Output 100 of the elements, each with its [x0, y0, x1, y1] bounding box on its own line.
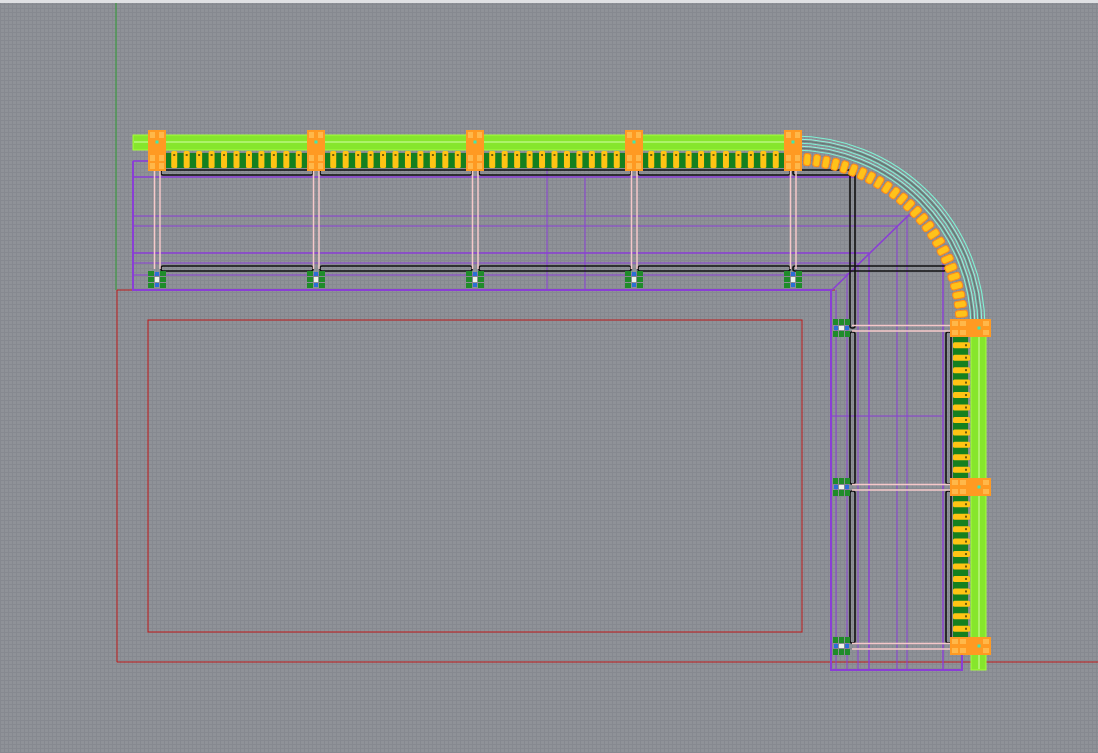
bracket-block — [950, 319, 991, 337]
roller — [949, 280, 964, 292]
roller — [939, 252, 955, 265]
bracket-block — [466, 130, 484, 171]
roller — [613, 151, 620, 168]
roller — [735, 151, 742, 168]
roller — [539, 151, 546, 168]
bracket-block — [625, 130, 643, 171]
roller — [171, 151, 178, 168]
roller — [802, 152, 812, 167]
roller — [429, 151, 436, 168]
roller — [953, 354, 970, 361]
roller — [953, 563, 970, 570]
roller — [953, 299, 968, 310]
roller — [380, 151, 387, 168]
roller — [330, 151, 337, 168]
roller — [895, 191, 909, 207]
roller — [902, 198, 917, 213]
roller — [208, 151, 215, 168]
roller — [355, 151, 362, 168]
roller — [698, 151, 705, 168]
roller — [953, 342, 970, 349]
roller — [417, 151, 424, 168]
roller — [442, 151, 449, 168]
foot-plate — [148, 271, 166, 288]
roller — [887, 185, 902, 201]
roller — [563, 151, 570, 168]
roller — [953, 588, 970, 595]
roller — [576, 151, 583, 168]
roller — [953, 392, 970, 399]
roller — [856, 166, 869, 182]
roller — [660, 151, 667, 168]
roller — [931, 235, 946, 249]
foot-plate — [466, 271, 484, 288]
bracket-block — [148, 130, 166, 171]
roller — [489, 151, 496, 168]
roller — [872, 175, 886, 190]
roller — [196, 151, 203, 168]
roller — [953, 551, 970, 558]
roller — [953, 466, 970, 473]
roller — [295, 151, 302, 168]
roller — [953, 538, 970, 545]
foot-plate — [784, 271, 802, 288]
roller — [270, 151, 277, 168]
roller — [864, 170, 877, 186]
roller — [953, 454, 970, 461]
roller — [404, 151, 411, 168]
foot-plate — [833, 319, 850, 337]
bracket-block — [307, 130, 325, 171]
roller — [648, 151, 655, 168]
roller — [953, 379, 970, 386]
roller — [772, 151, 779, 168]
roller — [685, 151, 692, 168]
roller — [342, 151, 349, 168]
foot-plate — [833, 637, 850, 655]
roller — [953, 367, 970, 374]
roller — [551, 151, 558, 168]
roller — [953, 526, 970, 533]
roller — [601, 151, 608, 168]
bracket-block — [784, 130, 802, 171]
foot-plate — [625, 271, 643, 288]
roller — [233, 151, 240, 168]
frame-line — [132, 160, 151, 162]
roller — [953, 625, 970, 632]
roller — [943, 261, 959, 274]
roller — [283, 151, 290, 168]
roller — [514, 151, 521, 168]
roller — [673, 151, 680, 168]
roller — [953, 600, 970, 607]
roller — [747, 151, 754, 168]
roller — [926, 227, 941, 241]
roller — [953, 404, 970, 411]
roller — [221, 151, 228, 168]
roller — [953, 575, 970, 582]
roller — [829, 157, 841, 172]
roller — [392, 151, 399, 168]
roller — [908, 204, 923, 219]
roller — [920, 219, 936, 234]
roller — [935, 244, 951, 257]
roller — [914, 212, 930, 226]
roller — [954, 309, 969, 319]
bracket-block — [950, 637, 991, 655]
roller — [588, 151, 595, 168]
roller — [760, 151, 767, 168]
roller — [526, 151, 533, 168]
roller — [258, 151, 265, 168]
roller — [367, 151, 374, 168]
roller — [454, 151, 461, 168]
bracket-block — [950, 478, 991, 496]
roller — [953, 416, 970, 423]
roller — [953, 441, 970, 448]
roller — [710, 151, 717, 168]
roller — [953, 429, 970, 436]
roller — [820, 155, 831, 170]
roller — [183, 151, 190, 168]
foot-plate — [307, 271, 325, 288]
roller — [838, 159, 850, 175]
roller — [953, 613, 970, 620]
roller — [946, 271, 962, 283]
roller — [245, 151, 252, 168]
